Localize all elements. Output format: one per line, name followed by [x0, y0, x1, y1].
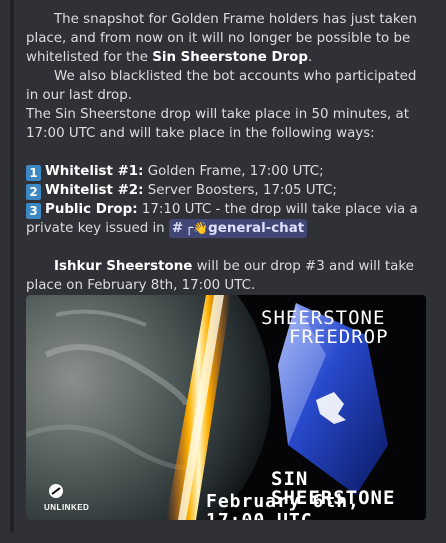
number-3-badge: 3 — [26, 203, 41, 219]
unlinked-logo-text: UNLINKED — [44, 503, 90, 512]
image-title-line2: FREEDROP — [289, 326, 389, 348]
list-item-public-drop: 3 Public Drop: 17:10 UTC - the drop will … — [26, 202, 418, 238]
number-2-badge: 2 — [26, 184, 41, 200]
hash-icon: # — [171, 221, 184, 236]
paragraph-next-drop: Ishkur Sheerstone will be our drop #3 an… — [26, 259, 414, 293]
image-drop-date: February 6th, 17:00 UTC — [206, 491, 360, 520]
list-item-whitelist-1: 1 Whitelist #1: Golden Frame, 17:00 UTC; — [26, 162, 430, 181]
message-content: The snapshot for Golden Frame holders ha… — [26, 10, 430, 295]
paragraph-schedule: The Sin Sheerstone drop will take place … — [26, 107, 409, 141]
drop-announcement-image[interactable]: SHEERSTONE FREEDROP SIN SHEERSTONE Febru… — [26, 295, 426, 520]
message-embed: The snapshot for Golden Frame holders ha… — [10, 0, 438, 533]
channel-mention-general-chat[interactable]: # ┌👋general-chat — [168, 219, 308, 238]
number-1-badge: 1 — [26, 165, 41, 181]
paragraph-blacklist: We also blacklisted the bot accounts who… — [26, 69, 417, 103]
waving-hand-icon: 👋 — [193, 221, 209, 235]
drop-name: Sin Sheerstone Drop — [152, 50, 308, 65]
paragraph-snapshot: The snapshot for Golden Frame holders ha… — [26, 12, 417, 65]
list-item-whitelist-2: 2 Whitelist #2: Server Boosters, 17:05 UT… — [26, 181, 430, 200]
